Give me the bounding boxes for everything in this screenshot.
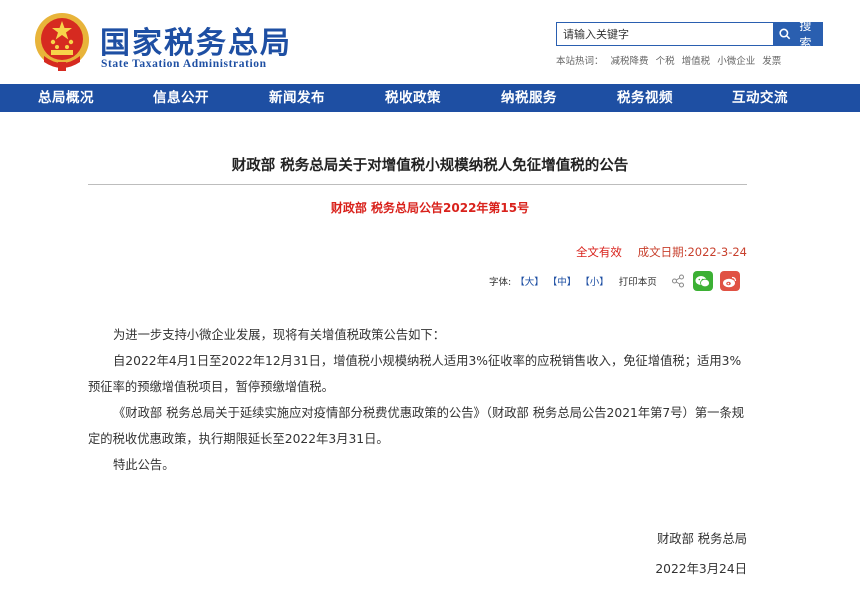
date-label: 成文日期:: [637, 245, 688, 259]
hot-word-link[interactable]: 减税降费: [611, 56, 649, 67]
font-large-button[interactable]: 【大】: [515, 274, 544, 288]
search-button[interactable]: 搜索: [773, 19, 823, 50]
signatory: 财政部 税务总局: [657, 532, 747, 546]
search-input[interactable]: [556, 22, 774, 46]
article-body: 为进一步支持小微企业发展，现将有关增值税政策公告如下： 自2022年4月1日至2…: [88, 322, 748, 478]
hot-words-label: 本站热词：: [556, 56, 604, 67]
issue-date: 2022-3-24: [687, 245, 747, 259]
hot-word-link[interactable]: 小微企业: [717, 56, 755, 67]
wechat-glyph-icon: [695, 275, 711, 287]
national-emblem-icon[interactable]: [34, 12, 90, 72]
site-logo-english[interactable]: State Taxation Administration: [101, 58, 267, 70]
nav-item-taxpayer-service[interactable]: 纳税服务: [501, 84, 557, 112]
share-icon[interactable]: [671, 274, 685, 288]
site-logo-chinese[interactable]: 国家税务总局: [100, 18, 292, 62]
hot-word-link[interactable]: 发票: [762, 56, 781, 67]
print-button[interactable]: 打印本页: [619, 274, 657, 288]
nav-item-tax-policy[interactable]: 税收政策: [385, 84, 441, 112]
article-title: 财政部 税务总局关于对增值税小规模纳税人免征增值税的公告: [231, 158, 629, 174]
main-nav: 总局概况 信息公开 新闻发布 税收政策 纳税服务 税务视频 互动交流: [0, 84, 860, 112]
article-paragraph: 《财政部 税务总局关于延续实施应对疫情部分税费优惠政策的公告》（财政部 税务总局…: [88, 406, 745, 446]
search-icon: [779, 28, 791, 40]
title-divider: [88, 184, 747, 185]
weibo-icon[interactable]: [719, 271, 740, 291]
weibo-glyph-icon: [723, 276, 737, 287]
article-meta: 全文有效 成文日期:2022-3-24: [576, 244, 747, 260]
nav-item-info-disclosure[interactable]: 信息公开: [153, 84, 209, 112]
font-medium-button[interactable]: 【中】: [548, 274, 577, 288]
hot-words: 本站热词： 减税降费 个税 增值税 小微企业 发票: [556, 53, 785, 67]
article-paragraph: 特此公告。: [113, 458, 175, 472]
hot-word-link[interactable]: 增值税: [682, 56, 711, 67]
nav-item-news[interactable]: 新闻发布: [269, 84, 325, 112]
article-paragraph: 自2022年4月1日至2022年12月31日，增值税小规模纳税人适用3%征收率的…: [88, 354, 742, 394]
nav-item-tax-video[interactable]: 税务视频: [617, 84, 673, 112]
sign-date: 2022年3月24日: [655, 562, 747, 576]
search-button-label: 搜索: [799, 19, 812, 50]
article-tools: 字体: 【大】 【中】 【小】 打印本页: [489, 270, 740, 292]
font-size-label: 字体:: [489, 277, 512, 288]
site-header: 国家税务总局 State Taxation Administration 搜索 …: [0, 0, 860, 84]
validity-status: 全文有效: [575, 245, 622, 259]
hot-word-link[interactable]: 个税: [656, 56, 675, 67]
nav-item-overview[interactable]: 总局概况: [38, 84, 94, 112]
wechat-icon[interactable]: [692, 271, 713, 291]
document-number: 财政部 税务总局公告2022年第15号: [330, 201, 530, 215]
article-paragraph: 为进一步支持小微企业发展，现将有关增值税政策公告如下：: [113, 328, 446, 342]
font-small-button[interactable]: 【小】: [580, 274, 609, 288]
nav-item-interaction[interactable]: 互动交流: [732, 84, 788, 112]
